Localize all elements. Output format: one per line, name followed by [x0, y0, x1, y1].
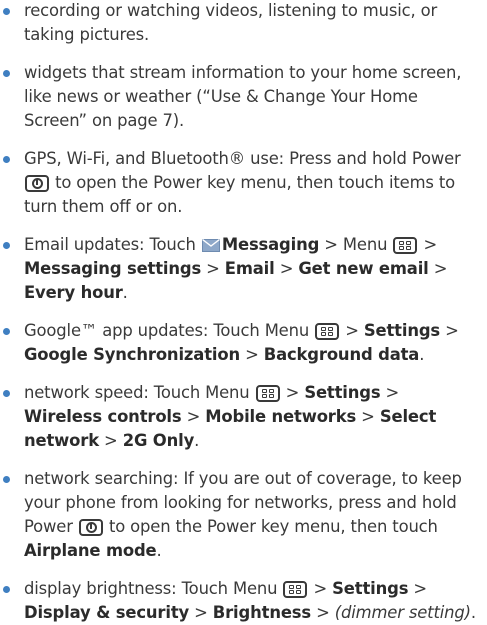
menu-path-item: Messaging: [221, 235, 320, 254]
separator: >: [385, 383, 400, 402]
list-item: GPS, Wi-Fi, and Bluetooth® use: Press an…: [0, 147, 487, 219]
menu-path-item: 2G Only: [122, 431, 195, 450]
menu-path-item: Display & security: [24, 603, 190, 622]
power-key-icon: [25, 175, 49, 192]
item-text: GPS, Wi-Fi, and Bluetooth® use: Press an…: [24, 149, 461, 168]
power-key-icon: [78, 519, 103, 536]
separator: >: [104, 431, 118, 450]
bullet-icon: [3, 586, 10, 593]
separator: >: [413, 579, 427, 598]
item-text: .: [419, 345, 425, 364]
bullet-icon: [3, 476, 10, 483]
separator: >: [245, 345, 259, 364]
bullet-icon: [3, 242, 10, 249]
menu-path-item: Settings: [332, 579, 409, 598]
menu-path-item: Background data: [263, 345, 420, 364]
bullet-icon: [3, 70, 10, 77]
menu-path-item: Wireless controls: [24, 407, 182, 426]
separator: >: [206, 259, 220, 278]
separator: >: [285, 383, 300, 402]
menu-key-icon: [393, 237, 418, 254]
separator: >: [313, 579, 328, 598]
separator: >: [361, 407, 375, 426]
item-text: network speed: Touch Menu: [24, 383, 250, 402]
list-item: Email updates: Touch Messaging > Menu > …: [0, 233, 487, 305]
item-text: .: [194, 431, 200, 450]
menu-path-item: Settings: [304, 383, 381, 402]
list-item: recording or watching videos, listening …: [0, 0, 487, 47]
menu-key-icon: [315, 323, 340, 340]
list-item: Google™ app updates: Touch Menu > Settin…: [0, 319, 487, 367]
bullet-icon: [3, 8, 10, 15]
menu-path-item: Airplane mode: [24, 541, 157, 560]
item-text: > Menu: [324, 235, 388, 254]
menu-path-item: Mobile networks: [205, 407, 357, 426]
separator: >: [445, 321, 459, 340]
menu-path-item: Every hour: [24, 283, 123, 302]
item-text: Email updates: Touch: [24, 235, 196, 254]
list-item: network searching: If you are out of cov…: [0, 467, 487, 563]
item-text: .: [156, 541, 162, 560]
menu-key-icon: [283, 581, 308, 598]
separator: >: [194, 603, 208, 622]
item-text: widgets that stream information to your …: [24, 63, 462, 130]
list-item: widgets that stream information to your …: [0, 61, 487, 133]
item-text: Google™ app updates: Touch Menu: [24, 321, 310, 340]
menu-key-icon: [255, 385, 280, 402]
bullet-icon: [3, 156, 10, 163]
envelope-icon: [201, 239, 220, 252]
menu-path-item: (dimmer setting): [334, 603, 471, 622]
menu-path-item: Messaging settings: [24, 259, 202, 278]
menu-path-item: Settings: [363, 321, 441, 340]
item-text: .: [122, 283, 128, 302]
item-text: .: [470, 603, 476, 622]
separator: >: [186, 407, 201, 426]
item-text: to open the Power key menu, then touch: [108, 517, 438, 536]
bullet-icon: [3, 390, 10, 397]
bullet-icon: [3, 328, 10, 335]
list-item: display brightness: Touch Menu > Setting…: [0, 577, 487, 625]
menu-path-item: Email: [224, 259, 275, 278]
separator: >: [423, 235, 438, 254]
separator: >: [345, 321, 359, 340]
list-item: network speed: Touch Menu > Settings > W…: [0, 381, 487, 453]
item-text: to open the Power key menu, then touch i…: [24, 173, 456, 216]
bullet-list: recording or watching videos, listening …: [0, 0, 487, 625]
separator: >: [279, 259, 294, 278]
separator: >: [433, 259, 448, 278]
item-text: display brightness: Touch Menu: [24, 579, 278, 598]
menu-path-item: Google Synchronization: [24, 345, 241, 364]
item-text: recording or watching videos, listening …: [24, 1, 438, 44]
separator: >: [316, 603, 330, 622]
menu-path-item: Get new email: [298, 259, 429, 278]
menu-path-item: Brightness: [212, 603, 312, 622]
